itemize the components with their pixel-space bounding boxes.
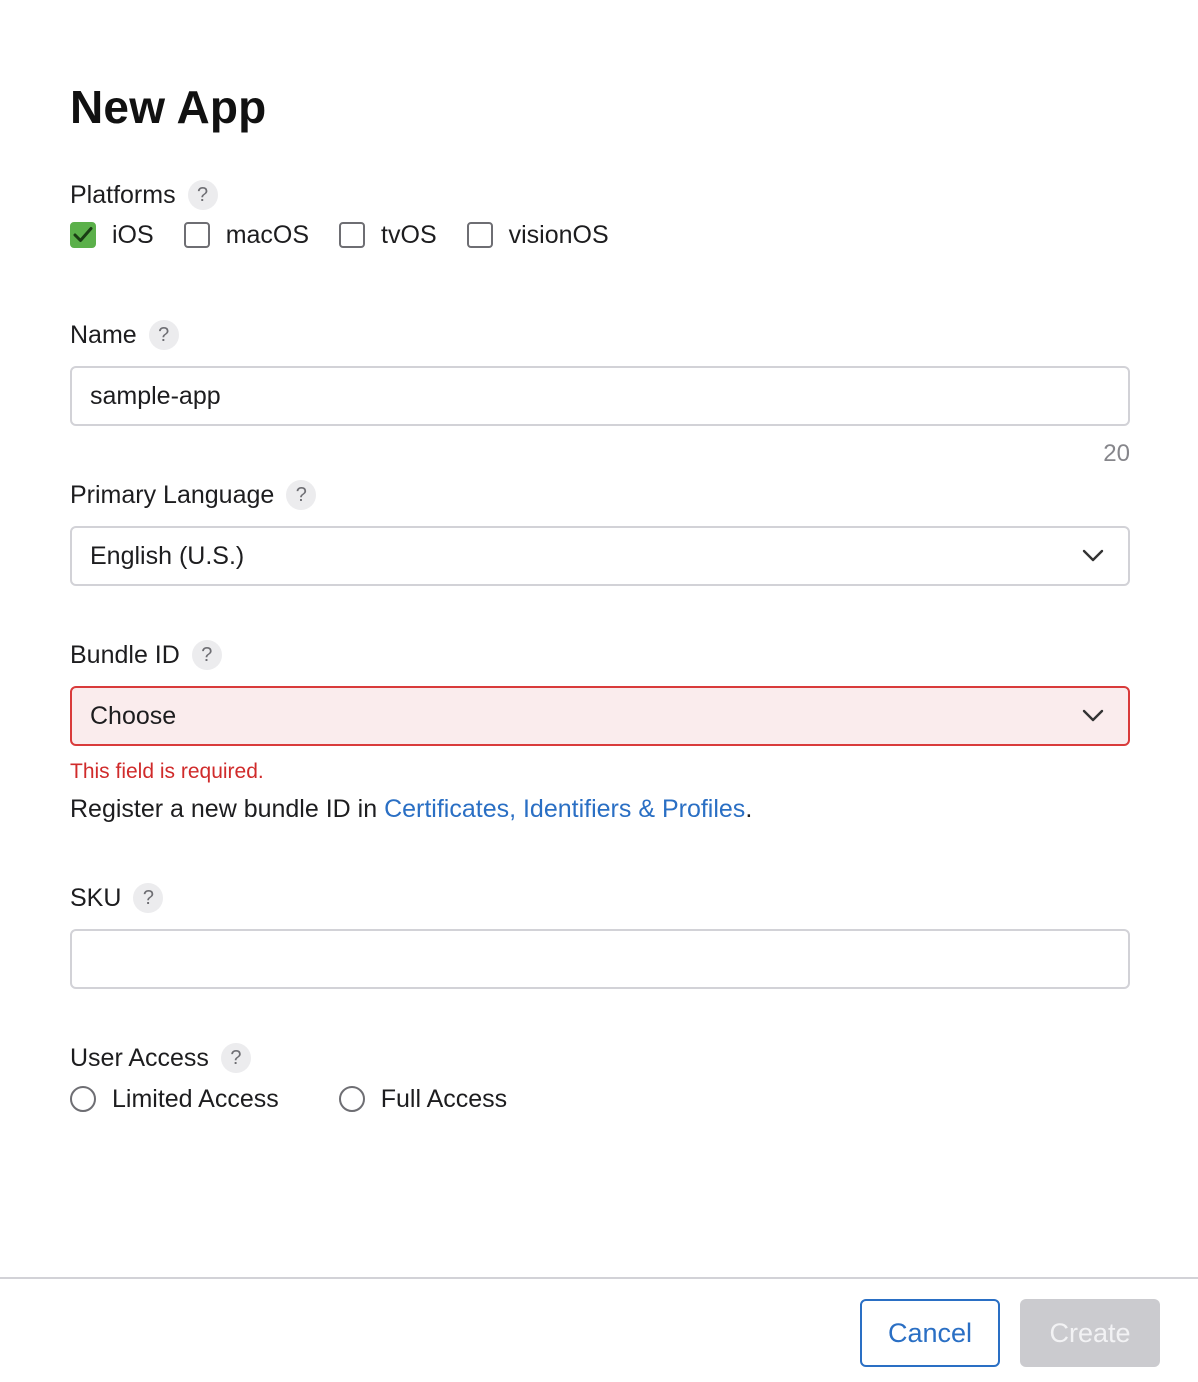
ios-label: iOS (112, 220, 154, 249)
macos-label: macOS (225, 220, 310, 249)
sku-label: SKU (70, 883, 122, 912)
ios-checkbox[interactable] (70, 222, 96, 248)
name-label-row: Name ? (70, 318, 179, 352)
dialog-title: New App (70, 81, 267, 133)
cancel-button[interactable]: Cancel (860, 1299, 1000, 1367)
platforms-checkbox-group: iOS macOS tvOS visionOS (70, 219, 639, 251)
platform-option-tvos[interactable]: tvOS (339, 221, 437, 250)
primary-language-selected: English (U.S.) (90, 541, 245, 570)
chevron-down-icon (1082, 709, 1104, 722)
platform-option-macos[interactable]: macOS (183, 220, 310, 250)
name-label: Name (70, 320, 137, 349)
bundle-id-label-row: Bundle ID ? (70, 638, 222, 672)
user-access-radio-group: Limited Access Full Access (70, 1083, 567, 1115)
name-character-counter: 20 (1103, 440, 1130, 467)
chevron-down-icon (1082, 549, 1104, 562)
primary-language-label: Primary Language (70, 480, 275, 509)
visionos-label: visionOS (508, 220, 609, 249)
limited-access-option[interactable]: Limited Access (70, 1085, 279, 1114)
sku-help-icon[interactable]: ? (133, 883, 164, 913)
bundle-id-label: Bundle ID (70, 640, 180, 669)
bundle-id-help-icon[interactable]: ? (191, 640, 222, 670)
full-access-label: Full Access (380, 1084, 508, 1113)
limited-access-label: Limited Access (112, 1084, 279, 1113)
bundle-id-error-message: This field is required. (70, 760, 264, 783)
sku-input[interactable] (70, 929, 1130, 989)
platforms-label: Platforms (70, 180, 176, 209)
user-access-label: User Access (70, 1043, 209, 1072)
sku-label-row: SKU ? (70, 881, 164, 915)
platform-option-ios[interactable]: iOS (70, 221, 154, 250)
new-app-dialog: New App Platforms ? iOS macOS tvOS visio… (0, 0, 1198, 1382)
footer-divider (0, 1277, 1198, 1279)
name-help-icon[interactable]: ? (148, 320, 179, 350)
bundle-id-helper-text: Register a new bundle ID in Certificates… (70, 795, 752, 824)
tvos-label: tvOS (381, 220, 437, 249)
name-input[interactable]: sample-app (70, 366, 1130, 426)
primary-language-help-icon[interactable]: ? (286, 480, 317, 510)
certificates-link[interactable]: Certificates, Identifiers & Profiles (384, 795, 745, 823)
macos-checkbox[interactable] (183, 222, 210, 248)
create-button[interactable]: Create (1020, 1299, 1160, 1367)
helper-suffix: . (745, 795, 753, 823)
visionos-checkbox[interactable] (466, 222, 493, 248)
tvos-checkbox[interactable] (339, 222, 366, 248)
primary-language-label-row: Primary Language ? (70, 478, 317, 512)
checkmark-icon (73, 227, 93, 242)
platforms-help-icon[interactable]: ? (187, 180, 218, 210)
bundle-id-selected: Choose (90, 701, 177, 730)
full-access-radio[interactable] (338, 1086, 365, 1112)
helper-prefix: Register a new bundle ID in (70, 795, 385, 823)
bundle-id-select[interactable]: Choose (70, 686, 1130, 746)
name-input-value: sample-app (90, 381, 221, 410)
user-access-help-icon[interactable]: ? (220, 1043, 251, 1073)
user-access-label-row: User Access ? (70, 1041, 251, 1075)
platform-option-visionos[interactable]: visionOS (466, 220, 609, 250)
platforms-label-row: Platforms ? (70, 178, 218, 212)
limited-access-radio[interactable] (70, 1086, 96, 1112)
full-access-option[interactable]: Full Access (338, 1084, 508, 1114)
primary-language-select[interactable]: English (U.S.) (70, 526, 1130, 586)
